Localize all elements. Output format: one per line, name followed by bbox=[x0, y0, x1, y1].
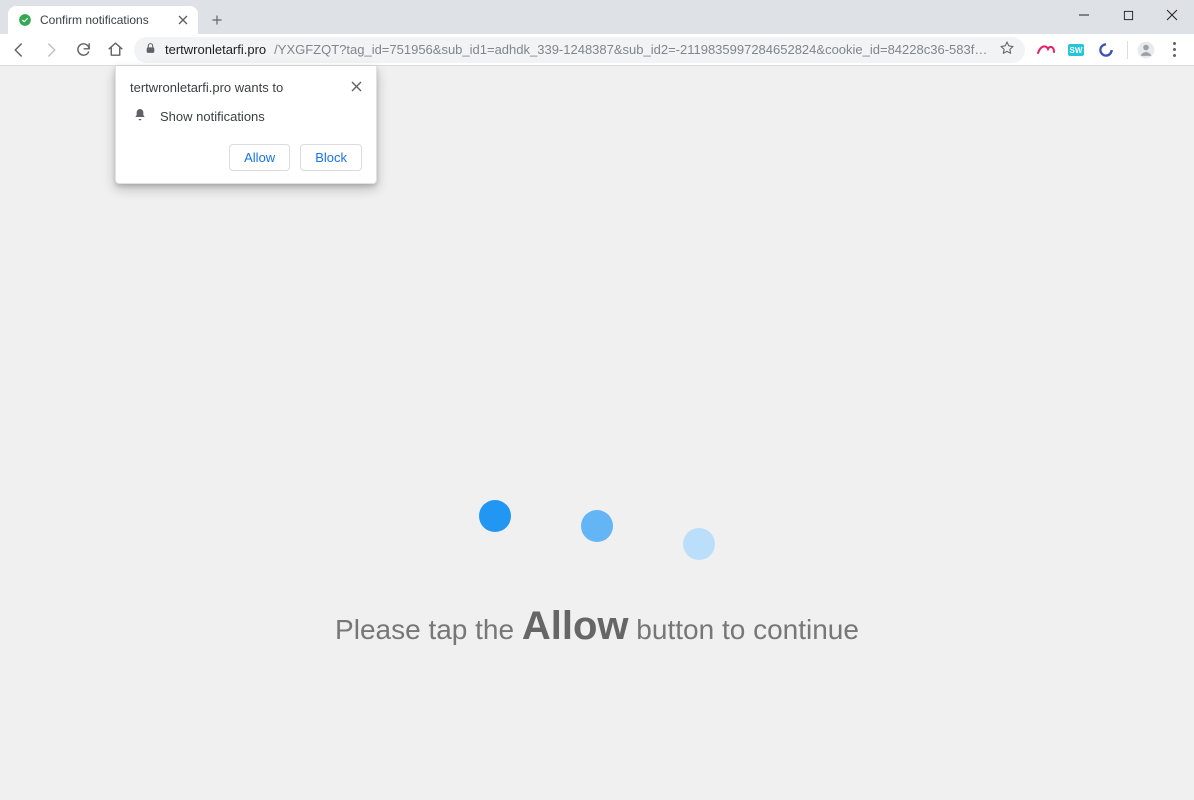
new-tab-button[interactable] bbox=[204, 7, 230, 33]
kebab-menu-icon[interactable] bbox=[1164, 42, 1184, 57]
forward-button[interactable] bbox=[38, 37, 64, 63]
bell-icon bbox=[132, 107, 148, 126]
checkmark-circle-icon bbox=[18, 13, 32, 27]
prompt-permission-label: Show notifications bbox=[160, 109, 265, 124]
extension-icon-2[interactable]: SW bbox=[1067, 41, 1085, 59]
allow-button[interactable]: Allow bbox=[229, 144, 290, 171]
window-titlebar: Confirm notifications bbox=[0, 0, 1194, 34]
back-button[interactable] bbox=[6, 37, 32, 63]
url-path: /YXGFZQT?tag_id=751956&sub_id1=adhdk_339… bbox=[274, 42, 991, 57]
close-tab-icon[interactable] bbox=[176, 13, 190, 27]
url-host: tertwronletarfi.pro bbox=[165, 42, 266, 57]
msg-suffix: button to continue bbox=[629, 614, 859, 645]
profile-avatar-icon[interactable] bbox=[1134, 38, 1158, 62]
msg-prefix: Please tap the bbox=[335, 614, 522, 645]
reload-button[interactable] bbox=[70, 37, 96, 63]
loading-dot-3 bbox=[683, 528, 715, 560]
extension-icons: SW bbox=[1031, 41, 1121, 59]
minimize-button[interactable] bbox=[1062, 0, 1106, 30]
toolbar-separator bbox=[1127, 41, 1128, 59]
window-controls bbox=[1062, 0, 1194, 30]
address-bar[interactable]: tertwronletarfi.pro/YXGFZQT?tag_id=75195… bbox=[134, 37, 1025, 63]
browser-toolbar: tertwronletarfi.pro/YXGFZQT?tag_id=75195… bbox=[0, 34, 1194, 66]
extension-icon-1[interactable] bbox=[1037, 41, 1055, 59]
lock-icon bbox=[144, 42, 157, 58]
browser-tab[interactable]: Confirm notifications bbox=[8, 6, 198, 34]
close-prompt-icon[interactable] bbox=[351, 80, 362, 94]
msg-emphasis: Allow bbox=[522, 604, 629, 648]
extension-icon-3[interactable] bbox=[1097, 41, 1115, 59]
loading-dots bbox=[479, 496, 715, 556]
block-button[interactable]: Block bbox=[300, 144, 362, 171]
svg-text:SW: SW bbox=[1070, 46, 1083, 55]
tab-title: Confirm notifications bbox=[40, 13, 168, 27]
home-button[interactable] bbox=[102, 37, 128, 63]
notification-permission-prompt: tertwronletarfi.pro wants to Show notifi… bbox=[115, 66, 377, 184]
prompt-origin-text: tertwronletarfi.pro wants to bbox=[130, 80, 283, 97]
bookmark-star-icon[interactable] bbox=[999, 40, 1015, 59]
page-message: Please tap the Allow button to continue bbox=[335, 604, 859, 649]
close-window-button[interactable] bbox=[1150, 0, 1194, 30]
page-content: tertwronletarfi.pro wants to Show notifi… bbox=[0, 66, 1194, 800]
loading-dot-1 bbox=[479, 500, 511, 532]
maximize-button[interactable] bbox=[1106, 0, 1150, 30]
loading-dot-2 bbox=[581, 510, 613, 542]
